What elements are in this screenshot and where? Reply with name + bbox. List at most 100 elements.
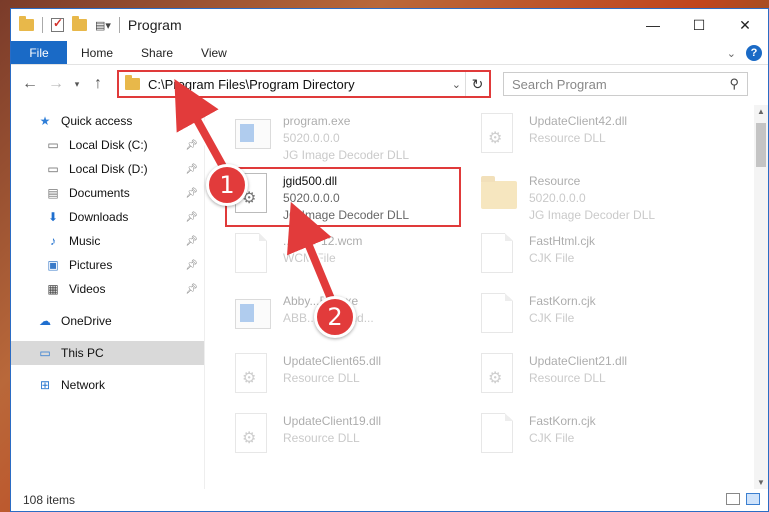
doc-icon <box>481 293 513 333</box>
separator <box>42 17 43 33</box>
scrollbar-thumb[interactable] <box>756 123 766 167</box>
file-item[interactable]: ⚙ UpdateClient42.dll Resource DLL <box>477 107 717 167</box>
view-switcher <box>726 493 760 505</box>
address-bar[interactable]: C:\Program Files\Program Directory ⌄ ↻ <box>117 70 491 98</box>
search-icon[interactable]: ⚲ <box>729 76 739 92</box>
tab-file[interactable]: File <box>11 41 67 64</box>
customize-toolbar-icon[interactable]: ▤▾ <box>95 19 111 32</box>
file-item[interactable]: ...00dP12.wcm WCM File <box>231 227 471 287</box>
tiles-view-icon[interactable] <box>746 493 760 505</box>
file-type: CJK File <box>529 431 575 445</box>
sidebar-item-label: Local Disk (D:) <box>69 162 148 176</box>
sidebar-item-documents[interactable]: ▤ Documents 📌︎ <box>11 181 204 205</box>
computer-icon: ▭ <box>39 346 51 360</box>
sidebar-item-music[interactable]: ♪ Music 📌︎ <box>11 229 204 253</box>
file-name: UpdateClient42.dll <box>529 114 628 128</box>
file-name: UpdateClient19.dll <box>283 414 382 428</box>
sidebar-item-downloads[interactable]: ⬇ Downloads 📌︎ <box>11 205 204 229</box>
scroll-up-icon[interactable]: ▲ <box>754 107 768 116</box>
address-path: C:\Program Files\Program Directory <box>148 76 355 92</box>
sidebar-item-label: Downloads <box>69 210 129 224</box>
pin-icon[interactable]: 📌︎ <box>185 188 198 199</box>
ribbon-right: ⌄ ? <box>727 45 762 61</box>
help-icon[interactable]: ? <box>746 45 762 61</box>
exe-icon <box>235 299 271 329</box>
sidebar-item-label: Documents <box>69 186 130 200</box>
main-area: ★ Quick access ▭ Local Disk (C:) 📌︎ ▭ Lo… <box>11 105 768 489</box>
search-placeholder: Search Program <box>512 76 607 92</box>
sidebar-item-label: Music <box>69 234 101 248</box>
refresh-icon[interactable]: ↻ <box>465 72 489 96</box>
sidebar-item-label: Network <box>61 378 106 392</box>
minimize-button[interactable]: — <box>630 9 676 41</box>
file-item[interactable]: FastKorn.cjk CJK File <box>477 407 717 467</box>
dll-icon: ⚙ <box>235 353 267 393</box>
forward-arrow-icon[interactable]: → <box>43 75 69 93</box>
file-name: UpdateClient21.dll <box>529 354 628 368</box>
pin-icon[interactable]: 📌︎ <box>185 212 198 223</box>
tab-view[interactable]: View <box>187 41 241 64</box>
file-item[interactable]: ⚙ UpdateClient19.dll Resource DLL <box>231 407 471 467</box>
drive-icon: ▭ <box>47 138 59 152</box>
ribbon-tabs: File Home Share View ⌄ ? <box>11 41 768 65</box>
pin-icon[interactable]: 📌︎ <box>185 140 198 151</box>
file-name: ...00dP12.wcm <box>283 234 363 248</box>
file-item[interactable]: Resource 5020.0.0.0 JG Image Decoder DLL <box>477 167 717 227</box>
navigation-pane: ★ Quick access ▭ Local Disk (C:) 📌︎ ▭ Lo… <box>11 105 205 489</box>
sidebar-item-label: Pictures <box>69 258 113 272</box>
drive-icon: ▭ <box>47 162 59 176</box>
scroll-down-icon[interactable]: ▼ <box>754 478 768 487</box>
file-name: program.exe <box>283 114 351 128</box>
file-description: JG Image Decoder DLL <box>283 148 410 162</box>
title-bar: ▤▾ Program — ☐ ✕ <box>11 9 768 41</box>
file-item[interactable]: program.exe 5020.0.0.0 JG Image Decoder DL… <box>231 107 471 167</box>
doc-icon <box>481 413 513 453</box>
properties-icon[interactable] <box>51 16 64 32</box>
pin-icon[interactable]: 📌︎ <box>185 260 198 271</box>
new-folder-icon[interactable] <box>72 16 87 31</box>
file-name: FastKorn.cjk <box>529 294 596 308</box>
file-list: program.exe 5020.0.0.0 JG Image Decoder DL… <box>205 105 768 489</box>
file-type: CJK File <box>529 311 575 325</box>
pin-icon[interactable]: 📌︎ <box>185 164 198 175</box>
dll-icon: ⚙ <box>481 353 513 393</box>
sidebar-item-videos[interactable]: ▦ Videos 📌︎ <box>11 277 204 301</box>
sidebar-item-local-disk-c[interactable]: ▭ Local Disk (C:) 📌︎ <box>11 133 204 157</box>
navigation-bar: ← → ▾ ↑ C:\Program Files\Program Directo… <box>11 65 768 103</box>
sidebar-item-local-disk-d[interactable]: ▭ Local Disk (D:) 📌︎ <box>11 157 204 181</box>
tab-share[interactable]: Share <box>127 41 187 64</box>
pin-icon[interactable]: 📌︎ <box>185 236 198 247</box>
window-controls: — ☐ ✕ <box>630 9 768 41</box>
chevron-down-icon[interactable]: ⌄ <box>452 78 461 91</box>
sidebar-item-pictures[interactable]: ▣ Pictures 📌︎ <box>11 253 204 277</box>
sidebar-item-this-pc[interactable]: ▭ This PC <box>11 341 204 365</box>
file-item[interactable]: FastKorn.cjk CJK File <box>477 287 717 347</box>
tab-home[interactable]: Home <box>67 41 127 64</box>
step-1-badge: 1 <box>206 164 248 206</box>
step-2-badge: 2 <box>314 296 356 338</box>
vertical-scrollbar[interactable]: ▲ ▼ <box>754 105 768 489</box>
sidebar-item-label: Videos <box>69 282 106 296</box>
sidebar-item-network[interactable]: ⊞ Network <box>11 373 204 397</box>
recent-locations-icon[interactable]: ▾ <box>69 79 85 90</box>
exe-icon <box>235 119 271 149</box>
file-item[interactable]: ⚙ UpdateClient65.dll Resource DLL <box>231 347 471 407</box>
details-view-icon[interactable] <box>726 493 740 505</box>
sidebar-item-onedrive[interactable]: ☁ OneDrive <box>11 309 204 333</box>
expand-ribbon-icon[interactable]: ⌄ <box>727 47 736 60</box>
close-button[interactable]: ✕ <box>722 9 768 41</box>
folder-icon <box>125 75 140 90</box>
videos-icon: ▦ <box>47 282 59 296</box>
item-count: 108 items <box>23 493 76 507</box>
file-item[interactable]: ⚙ UpdateClient21.dll Resource DLL <box>477 347 717 407</box>
file-item[interactable]: FastHtml.cjk CJK File <box>477 227 717 287</box>
back-arrow-icon[interactable]: ← <box>17 75 43 93</box>
maximize-button[interactable]: ☐ <box>676 9 722 41</box>
search-input[interactable]: Search Program ⚲ <box>503 72 748 96</box>
pin-icon[interactable]: 📌︎ <box>185 284 198 295</box>
separator <box>118 17 120 33</box>
explorer-window: ▤▾ Program — ☐ ✕ File Home Share View ⌄ … <box>10 8 769 512</box>
up-arrow-icon[interactable]: ↑ <box>85 75 111 93</box>
file-name: FastKorn.cjk <box>529 414 596 428</box>
sidebar-item-quick-access[interactable]: ★ Quick access <box>11 109 204 133</box>
